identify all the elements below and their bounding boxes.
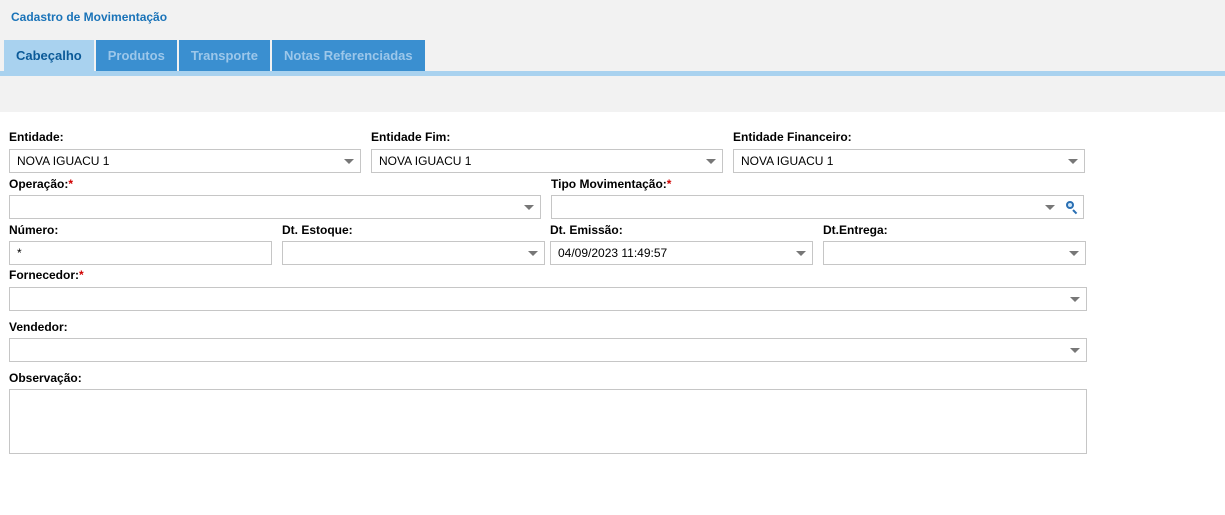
numero-label: Número:: [9, 223, 59, 237]
search-icon[interactable]: [1066, 201, 1078, 215]
chevron-down-icon: [706, 159, 716, 164]
entidade-financeiro-select[interactable]: NOVA IGUACU 1: [733, 149, 1085, 173]
tab-notas-referenciadas[interactable]: Notas Referenciadas: [272, 40, 425, 71]
tipo-movimentacao-label: Tipo Movimentação:*: [551, 177, 672, 191]
dt-emissao-value: 04/09/2023 11:49:57: [558, 246, 668, 260]
chevron-down-icon: [1068, 159, 1078, 164]
operacao-select[interactable]: [9, 195, 541, 219]
tab-transporte[interactable]: Transporte: [178, 40, 270, 71]
entidade-financeiro-value: NOVA IGUACU 1: [741, 154, 834, 168]
chevron-down-icon: [1070, 297, 1080, 302]
fornecedor-label: Fornecedor:*: [9, 268, 84, 282]
dt-entrega-select[interactable]: [823, 241, 1086, 265]
tab-produtos[interactable]: Produtos: [95, 40, 177, 71]
entidade-select[interactable]: NOVA IGUACU 1: [9, 149, 361, 173]
operacao-label: Operação:*: [9, 177, 74, 191]
required-mark: *: [79, 268, 84, 282]
vendedor-select[interactable]: [9, 338, 1087, 362]
dt-emissao-select[interactable]: 04/09/2023 11:49:57: [550, 241, 813, 265]
chevron-down-icon: [1070, 348, 1080, 353]
chevron-down-icon: [796, 251, 806, 256]
entidade-fim-value: NOVA IGUACU 1: [379, 154, 472, 168]
entidade-value: NOVA IGUACU 1: [17, 154, 110, 168]
vendedor-label: Vendedor:: [9, 320, 68, 334]
chevron-down-icon: [524, 205, 534, 210]
numero-value: *: [17, 246, 22, 260]
numero-input[interactable]: *: [9, 241, 272, 265]
dt-estoque-select[interactable]: [282, 241, 545, 265]
dt-estoque-label: Dt. Estoque:: [282, 223, 353, 237]
page-title: Cadastro de Movimentação: [11, 10, 168, 24]
chevron-down-icon: [528, 251, 538, 256]
tab-cabecalho[interactable]: Cabeçalho: [4, 40, 94, 71]
fornecedor-select[interactable]: [9, 287, 1087, 311]
entidade-fim-select[interactable]: NOVA IGUACU 1: [371, 149, 723, 173]
chevron-down-icon: [344, 159, 354, 164]
tipo-movimentacao-select[interactable]: [551, 195, 1084, 219]
chevron-down-icon: [1045, 205, 1055, 210]
entidade-label: Entidade:: [9, 130, 64, 144]
entidade-fim-label: Entidade Fim:: [371, 130, 451, 144]
required-mark: *: [666, 177, 672, 191]
entidade-financeiro-label: Entidade Financeiro:: [733, 130, 852, 144]
required-mark: *: [68, 177, 74, 191]
observacao-label: Observação:: [9, 371, 82, 385]
tab-strip: Cabeçalho Produtos Transporte Notas Refe…: [4, 40, 427, 71]
observacao-textarea[interactable]: [9, 389, 1087, 454]
dt-entrega-label: Dt.Entrega:: [823, 223, 888, 237]
header-area: Cadastro de Movimentação Cabeçalho Produ…: [0, 0, 1225, 112]
tab-underline: [0, 71, 1225, 76]
chevron-down-icon: [1069, 251, 1079, 256]
dt-emissao-label: Dt. Emissão:: [550, 223, 623, 237]
